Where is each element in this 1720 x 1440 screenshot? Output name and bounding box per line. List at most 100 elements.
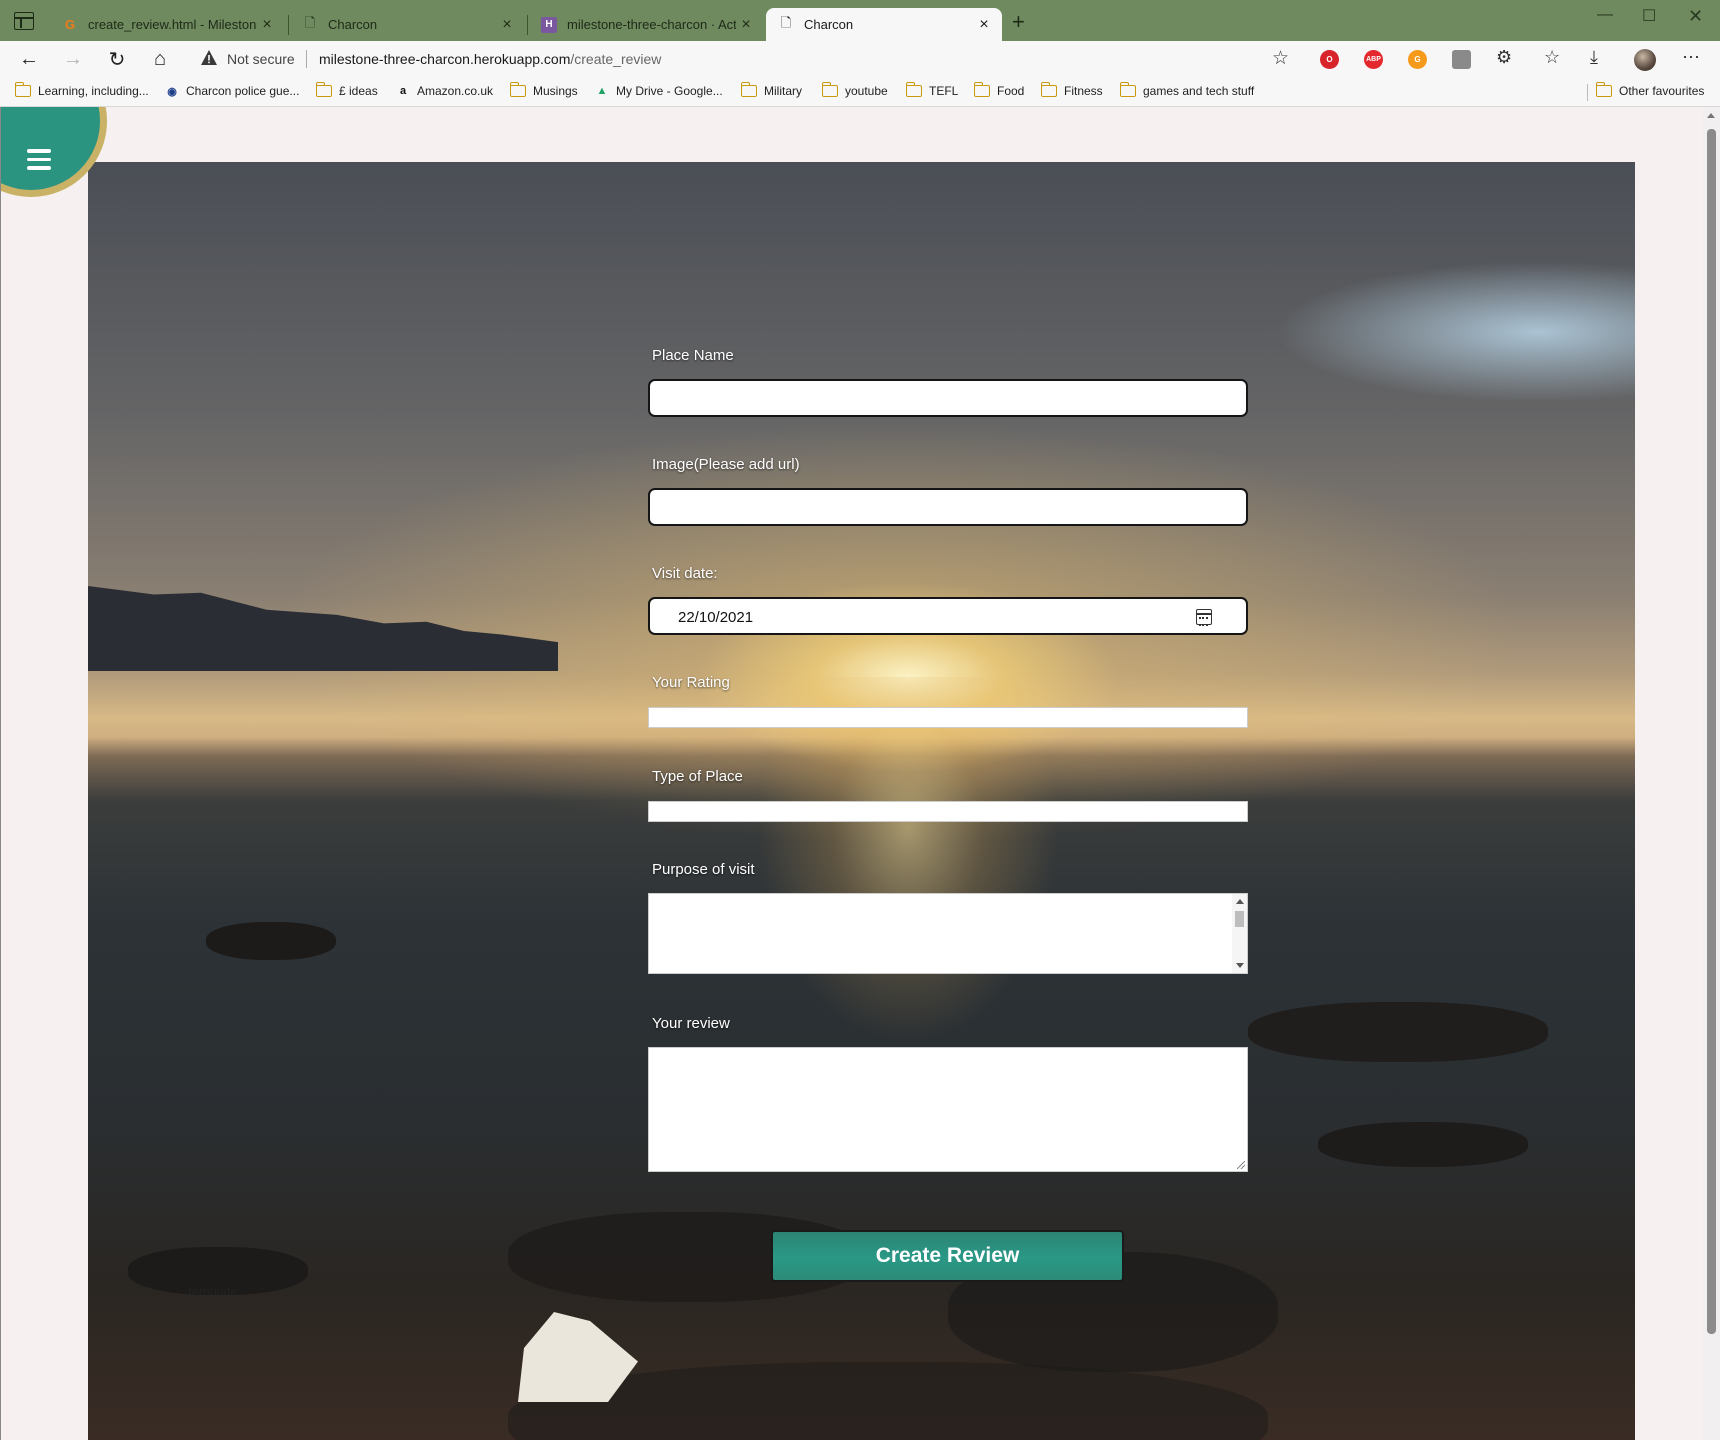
review-label: Your review — [652, 1015, 730, 1032]
visit-date-value: 22/10/2021 — [678, 609, 754, 626]
add-favourite-icon[interactable]: ☆ — [1272, 47, 1289, 70]
tab-charcon-active[interactable]: 🗋 Charcon × — [766, 8, 1002, 41]
calendar-icon[interactable] — [1196, 609, 1212, 626]
type-of-place-label: Type of Place — [652, 768, 743, 785]
scroll-down-icon[interactable] — [1236, 963, 1244, 968]
tab-create-review[interactable]: G create_review.html - Milestone-T × — [50, 8, 285, 41]
new-tab-button[interactable]: + — [1012, 9, 1025, 35]
maximize-icon[interactable]: ☐ — [1642, 6, 1656, 26]
home-icon[interactable]: ⌂ — [146, 46, 174, 72]
place-name-label: Place Name — [652, 347, 734, 364]
page-scrollbar[interactable] — [1703, 107, 1720, 1440]
close-icon[interactable]: × — [736, 16, 756, 34]
tab-divider — [288, 15, 289, 35]
back-icon[interactable]: ← — [15, 46, 43, 72]
browser-toolbar: ← → ↻ ⌂ Not secure milestone-three-charc… — [0, 41, 1720, 77]
tab-actions-icon[interactable] — [14, 12, 34, 30]
visit-date-label: Visit date: — [652, 565, 718, 582]
image-label: Image(Please add url) — [652, 456, 800, 473]
security-status[interactable]: Not secure — [227, 51, 295, 67]
amazon-icon: a — [399, 85, 407, 97]
address-divider — [306, 50, 307, 68]
rock — [1248, 1002, 1548, 1062]
folder-icon — [315, 82, 332, 97]
folder-icon — [740, 82, 757, 97]
hamburger-menu-icon[interactable] — [27, 149, 51, 170]
google-drive-icon: ▲ — [596, 85, 608, 97]
folder-icon — [1119, 82, 1136, 97]
profile-avatar[interactable] — [1634, 49, 1656, 71]
resize-handle-icon[interactable] — [1237, 1161, 1245, 1169]
bookmark-charcon-police[interactable]: ◉ Charcon police gue... — [165, 84, 299, 98]
more-options-icon[interactable]: ⋯ — [1682, 47, 1700, 68]
favourites-icon[interactable]: ☆ — [1544, 47, 1560, 68]
bookmark-learning[interactable]: Learning, including... — [14, 82, 149, 98]
heroku-icon: H — [541, 16, 557, 33]
bookmark-ideas[interactable]: £ ideas — [315, 82, 378, 98]
close-window-icon[interactable]: ✕ — [1688, 6, 1703, 27]
page-icon: 🗋 — [780, 14, 792, 30]
folder-icon — [1595, 82, 1612, 97]
browser-tab-strip: G create_review.html - Milestone-T × 🗋 C… — [0, 0, 1720, 41]
folder-icon — [1040, 82, 1057, 97]
bookmark-fitness[interactable]: Fitness — [1040, 82, 1103, 98]
scroll-up-icon[interactable] — [1707, 113, 1715, 118]
scroll-thumb[interactable] — [1235, 911, 1244, 927]
adblock-icon[interactable]: ABP — [1364, 50, 1383, 69]
page-icon: 🗋 — [304, 14, 316, 30]
gitpod-ext-icon[interactable]: G — [1408, 50, 1427, 69]
bookmark-musings[interactable]: Musings — [509, 82, 578, 98]
rating-label: Your Rating — [652, 674, 730, 691]
image-url-input[interactable] — [648, 488, 1248, 526]
headland-silhouette — [88, 586, 558, 671]
opera-icon[interactable]: O — [1320, 50, 1339, 69]
type-of-place-select[interactable] — [648, 801, 1248, 822]
bookmark-games-tech[interactable]: games and tech stuff — [1119, 82, 1254, 98]
rating-select[interactable] — [648, 707, 1248, 728]
hero-background-image: template Place Name Image(Please add url… — [88, 162, 1635, 1440]
purpose-scrollbar[interactable] — [1232, 894, 1247, 973]
folder-icon — [509, 82, 526, 97]
sun-reflection — [698, 677, 1118, 1107]
address-bar[interactable]: milestone-three-charcon.herokuapp.com/cr… — [319, 51, 661, 67]
downloads-icon[interactable]: ⤓ — [1590, 47, 1598, 68]
bookmark-tefl[interactable]: TEFL — [905, 82, 958, 98]
url-domain: milestone-three-charcon.herokuapp.com — [319, 51, 571, 67]
bookmark-food[interactable]: Food — [973, 82, 1024, 98]
extension-grey-icon[interactable] — [1452, 50, 1471, 69]
refresh-icon[interactable]: ↻ — [103, 46, 131, 72]
bookmark-youtube[interactable]: youtube — [821, 82, 888, 98]
place-name-input[interactable] — [648, 379, 1248, 417]
bookmark-military[interactable]: Military — [740, 82, 802, 98]
minimize-icon[interactable]: — — [1597, 6, 1613, 24]
bookmark-divider — [1587, 84, 1588, 101]
rock — [1318, 1122, 1528, 1167]
bookmark-my-drive[interactable]: ▲ My Drive - Google... — [595, 84, 723, 98]
page-scroll-thumb[interactable] — [1707, 129, 1716, 1334]
create-review-button[interactable]: Create Review — [771, 1230, 1124, 1282]
visit-date-input[interactable]: 22/10/2021 — [648, 597, 1248, 635]
folder-icon — [905, 82, 922, 97]
tab-charcon[interactable]: 🗋 Charcon × — [290, 8, 525, 41]
page-viewport: template Place Name Image(Please add url… — [0, 107, 1720, 1440]
purpose-of-visit-select[interactable] — [648, 893, 1248, 974]
warning-icon[interactable] — [200, 49, 218, 67]
url-path: /create_review — [570, 51, 662, 67]
folder-icon — [14, 82, 31, 97]
tab-heroku-activity[interactable]: H milestone-three-charcon · Activit × — [529, 8, 764, 41]
bookmark-other-favourites[interactable]: Other favourites — [1595, 82, 1704, 98]
scroll-up-icon[interactable] — [1236, 899, 1244, 904]
purpose-label: Purpose of visit — [652, 861, 755, 878]
extensions-icon[interactable]: ⚙ — [1496, 47, 1512, 68]
site-icon: ◉ — [167, 85, 177, 98]
bookmark-amazon[interactable]: a Amazon.co.uk — [396, 84, 493, 98]
close-icon[interactable]: × — [974, 16, 994, 34]
template-debug-text: template — [188, 1284, 238, 1299]
review-textarea[interactable] — [648, 1047, 1248, 1172]
forward-icon[interactable]: → — [59, 46, 87, 72]
favourites-bar: Learning, including... ◉ Charcon police g… — [0, 77, 1720, 107]
gitpod-icon: G — [64, 17, 76, 32]
close-icon[interactable]: × — [257, 16, 277, 34]
folder-icon — [973, 82, 990, 97]
close-icon[interactable]: × — [497, 16, 517, 34]
